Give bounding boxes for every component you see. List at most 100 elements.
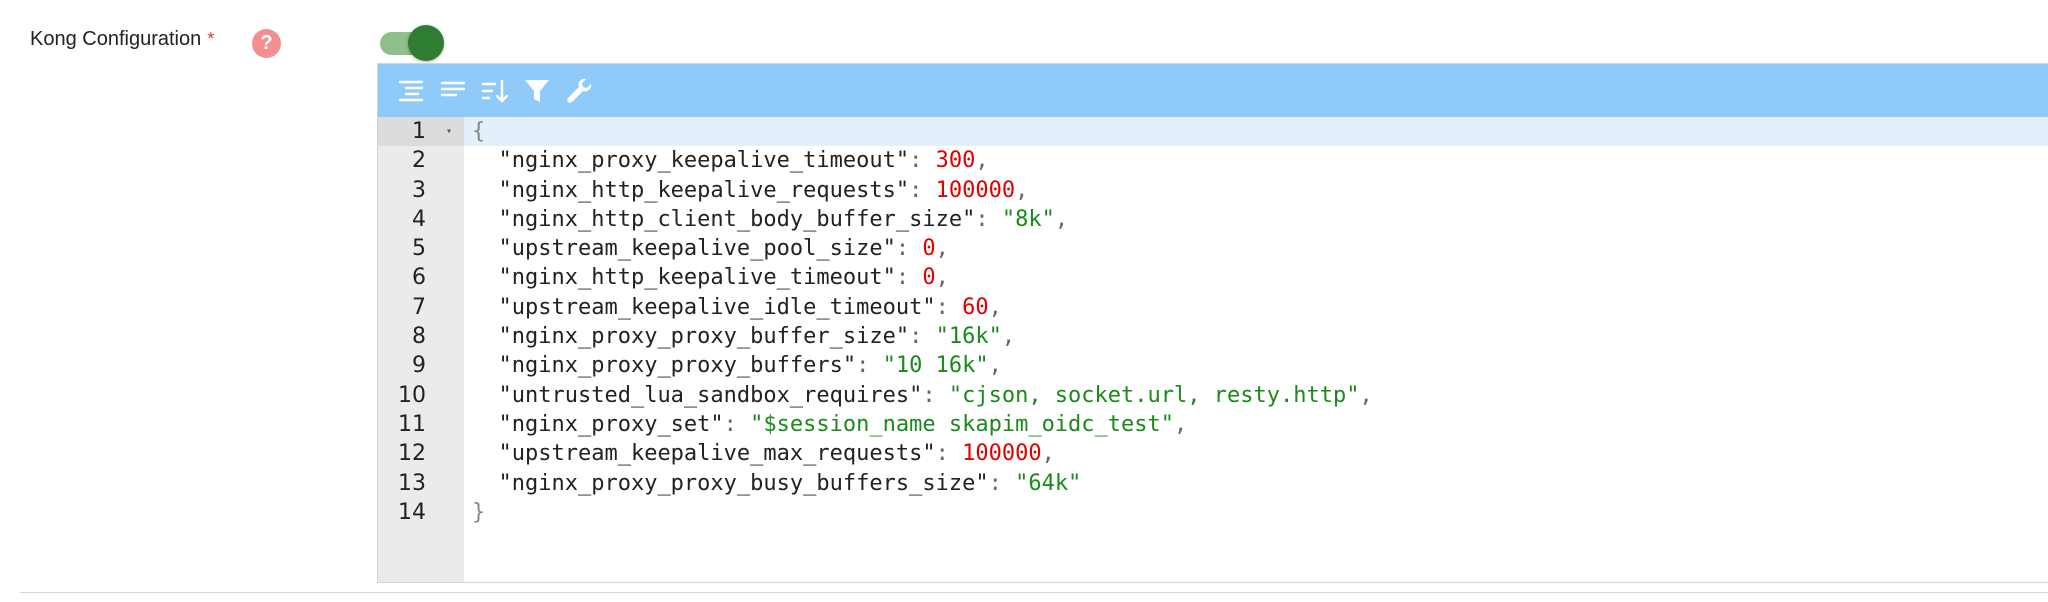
code-line[interactable]: 7 "upstream_keepalive_idle_timeout": 60,: [378, 293, 2048, 322]
editor-toolbar: [378, 64, 2048, 117]
kong-config-toggle[interactable]: [380, 25, 446, 61]
format-indent-button[interactable]: [390, 70, 432, 112]
colon: :: [909, 177, 936, 203]
format-indent-icon: [398, 80, 424, 101]
json-editor[interactable]: 1 ▾{2 "nginx_proxy_keepalive_timeout": 30…: [377, 63, 2048, 583]
json-key: "upstream_keepalive_max_requests": [498, 441, 936, 467]
code-line[interactable]: 1 ▾{: [378, 117, 2048, 147]
line-number: 6: [412, 265, 426, 291]
help-icon[interactable]: ?: [252, 29, 281, 58]
json-value: 300: [935, 148, 976, 174]
json-value: 100000: [935, 177, 1016, 203]
comma: ,: [935, 265, 949, 291]
toggle-knob: [408, 25, 444, 61]
transform-button[interactable]: [558, 70, 600, 112]
colon: :: [975, 206, 1002, 232]
json-value: "8k": [1001, 206, 1055, 232]
code-text: "upstream_keepalive_idle_timeout": 60,: [472, 293, 1002, 322]
json-key: "nginx_http_keepalive_timeout": [498, 265, 896, 291]
line-number: 7: [412, 294, 426, 320]
brace: }: [472, 499, 486, 525]
line-number: 13: [398, 470, 426, 496]
code-line[interactable]: 12 "upstream_keepalive_max_requests": 10…: [378, 439, 2048, 468]
comma: ,: [1001, 324, 1016, 350]
field-label-text: Kong Configuration: [30, 28, 202, 50]
filter-button[interactable]: [516, 70, 558, 112]
json-value: "$session_name skapim_oidc_test": [750, 411, 1175, 437]
line-number: 5: [412, 236, 426, 262]
divider: [20, 592, 2048, 593]
colon: :: [895, 236, 923, 262]
json-key: "upstream_keepalive_pool_size": [498, 236, 896, 262]
code-text: "nginx_proxy_proxy_buffers": "10 16k",: [472, 351, 1002, 380]
code-line[interactable]: 10 "untrusted_lua_sandbox_requires": "cj…: [378, 381, 2048, 410]
json-value: 0: [922, 265, 936, 291]
brace: {: [472, 119, 486, 144]
json-key: "nginx_proxy_proxy_buffers": [498, 353, 857, 379]
json-value: 100000: [962, 441, 1042, 467]
line-number: 4: [412, 206, 426, 232]
required-mark: *: [207, 29, 215, 49]
code-text: "nginx_proxy_proxy_busy_buffers_size": "…: [472, 469, 1082, 498]
json-key: "nginx_proxy_proxy_buffer_size": [498, 324, 910, 350]
colon: :: [895, 265, 923, 291]
line-number: 3: [412, 177, 426, 203]
colon: :: [922, 382, 949, 408]
json-value: "10 16k": [882, 353, 989, 379]
code-text: "upstream_keepalive_pool_size": 0,: [472, 234, 949, 263]
compact-icon: [440, 81, 466, 96]
code-text: "nginx_proxy_keepalive_timeout": 300,: [472, 146, 989, 175]
colon: :: [909, 324, 936, 350]
code-line[interactable]: 2 "nginx_proxy_keepalive_timeout": 300,: [378, 146, 2048, 175]
code-line[interactable]: 14}: [378, 498, 2048, 527]
line-number: 9: [412, 353, 426, 379]
code-line[interactable]: 13 "nginx_proxy_proxy_busy_buffers_size"…: [378, 469, 2048, 498]
json-value: 0: [922, 236, 936, 262]
sort-button[interactable]: [474, 70, 516, 112]
code-area[interactable]: 1 ▾{2 "nginx_proxy_keepalive_timeout": 30…: [378, 117, 2048, 582]
code-text: "nginx_proxy_proxy_buffer_size": "16k",: [472, 322, 1016, 351]
code-text: "upstream_keepalive_max_requests": 10000…: [472, 439, 1055, 468]
colon: :: [988, 470, 1016, 496]
comma: ,: [1054, 206, 1069, 232]
code-line[interactable]: 6 "nginx_http_keepalive_timeout": 0,: [378, 263, 2048, 292]
comma: ,: [988, 353, 1002, 379]
code-line[interactable]: 9 "nginx_proxy_proxy_buffers": "10 16k",: [378, 351, 2048, 380]
colon: :: [935, 441, 963, 467]
line-number: 2: [412, 148, 426, 174]
json-key: "nginx_proxy_proxy_busy_buffers_size": [498, 470, 989, 496]
colon: :: [935, 294, 963, 320]
line-number: 8: [412, 324, 426, 350]
json-value: "16k": [935, 324, 1002, 350]
json-key: "nginx_http_keepalive_requests": [498, 177, 910, 203]
line-number: 10: [398, 382, 426, 408]
json-key: "nginx_proxy_keepalive_timeout": [498, 148, 910, 174]
json-value: "cjson, socket.url, resty.http": [948, 382, 1360, 408]
compact-button[interactable]: [432, 70, 474, 112]
code-line[interactable]: 5 "upstream_keepalive_pool_size": 0,: [378, 234, 2048, 263]
comma: ,: [1041, 441, 1055, 467]
code-line[interactable]: 8 "nginx_proxy_proxy_buffer_size": "16k"…: [378, 322, 2048, 351]
json-key: "upstream_keepalive_idle_timeout": [498, 294, 936, 320]
code-text: "nginx_http_client_body_buffer_size": "8…: [472, 205, 1069, 234]
code-text: {: [472, 117, 485, 146]
code-text: }: [472, 498, 485, 527]
comma: ,: [988, 294, 1002, 320]
json-key: "untrusted_lua_sandbox_requires": [498, 382, 923, 408]
code-line[interactable]: 11 "nginx_proxy_set": "$session_name ska…: [378, 410, 2048, 439]
filter-icon: [525, 79, 549, 102]
colon: :: [723, 411, 751, 437]
line-number: 12: [398, 441, 426, 467]
line-number: 11: [398, 411, 426, 437]
field-label: Kong Configuration *: [30, 28, 214, 51]
json-value: 60: [962, 294, 989, 320]
comma: ,: [1359, 382, 1373, 408]
fold-toggle-icon[interactable]: ▾: [446, 117, 452, 146]
json-key: "nginx_http_client_body_buffer_size": [498, 206, 976, 232]
code-line[interactable]: 4 "nginx_http_client_body_buffer_size": …: [378, 205, 2048, 234]
sort-icon: [481, 79, 509, 103]
code-text: "nginx_proxy_set": "$session_name skapim…: [472, 410, 1188, 439]
code-line[interactable]: 3 "nginx_http_keepalive_requests": 10000…: [378, 176, 2048, 205]
line-number: 14: [398, 499, 426, 525]
code-text: "untrusted_lua_sandbox_requires": "cjson…: [472, 381, 1373, 410]
